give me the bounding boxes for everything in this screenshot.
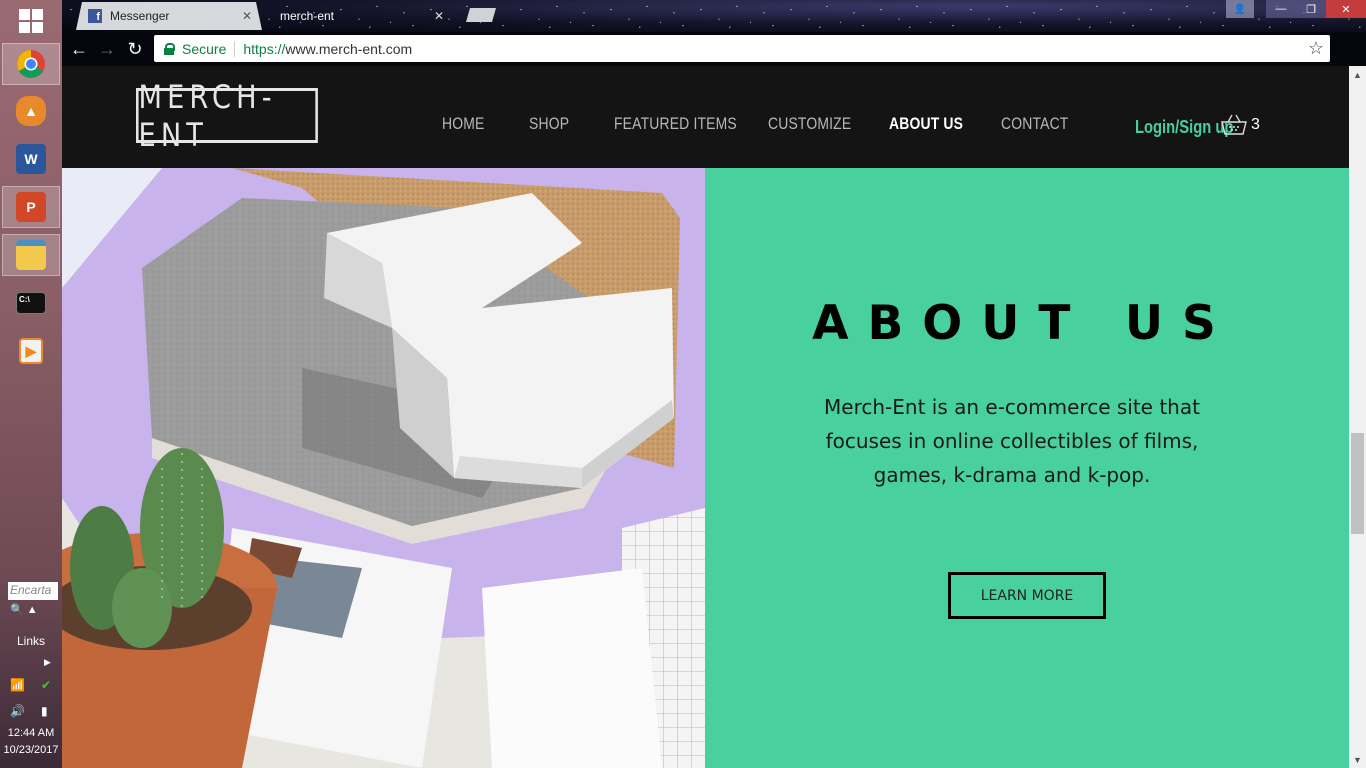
scroll-up-arrow-icon[interactable]: ▲ xyxy=(1349,66,1366,83)
profile-icon[interactable]: 👤 xyxy=(1226,0,1254,18)
restore-button[interactable]: ❐ xyxy=(1296,0,1326,18)
taskbar-media-button[interactable]: ▶ xyxy=(2,330,60,372)
close-tab-icon[interactable]: ✕ xyxy=(242,9,252,23)
back-button[interactable]: ← xyxy=(68,38,90,60)
scroll-down-arrow-icon[interactable]: ▼ xyxy=(1349,751,1366,768)
tray-chevron-icon[interactable]: ▶ xyxy=(44,657,51,668)
nav-contact[interactable]: CONTACT xyxy=(1001,114,1068,134)
tab-messenger[interactable]: f Messenger ✕ xyxy=(76,2,262,30)
new-tab-button[interactable] xyxy=(466,8,496,22)
backpack-app-icon: ▲ xyxy=(16,96,46,126)
battery-icon[interactable]: ▮ xyxy=(41,704,48,718)
chrome-icon xyxy=(17,50,45,78)
facebook-icon: f xyxy=(88,9,102,23)
about-hero-section: ABOUT US Merch-Ent is an e-commerce site… xyxy=(62,168,1349,768)
search-tools[interactable]: 🔍 ▲ xyxy=(10,603,38,616)
bookmark-star-icon[interactable]: ☆ xyxy=(1308,38,1324,59)
taskbar-search-input[interactable]: Encarta xyxy=(8,582,58,600)
hero-photo xyxy=(62,168,705,768)
shopping-basket-icon xyxy=(1221,114,1247,135)
reload-button[interactable]: ↻ xyxy=(124,38,146,60)
windows-logo-icon xyxy=(19,9,43,33)
page-viewport: MERCH-ENT HOME SHOP FEATURED ITEMS CUSTO… xyxy=(62,66,1349,768)
learn-more-button[interactable]: LEARN MORE xyxy=(948,572,1106,619)
file-explorer-icon xyxy=(16,240,46,270)
media-player-icon: ▶ xyxy=(19,338,43,364)
taskbar-cmd-button[interactable]: C:\ xyxy=(2,282,60,324)
address-bar[interactable]: Secure https:// www.merch-ent.com ☆ xyxy=(154,35,1330,62)
network-icon[interactable]: 📶 xyxy=(10,678,25,692)
page-scrollbar[interactable]: ▲ ▼ xyxy=(1349,66,1366,768)
system-tray-row: 📶 ✔ xyxy=(10,678,51,692)
window-controls: — ❐ ✕ xyxy=(1266,0,1366,18)
clock-time[interactable]: 12:44 AM xyxy=(0,727,62,739)
browser-toolbar: ← → ↻ Secure https:// www.merch-ent.com … xyxy=(62,32,1366,66)
url-scheme: https:// xyxy=(243,40,286,57)
about-description: Merch-Ent is an e-commerce site that foc… xyxy=(824,395,1200,487)
links-toolbar-label[interactable]: Links xyxy=(0,634,62,648)
address-separator xyxy=(234,40,236,57)
tab-label: Messenger xyxy=(110,9,170,23)
nav-about-us[interactable]: ABOUT US xyxy=(889,114,963,134)
url-host: www.merch-ent.com xyxy=(285,40,413,57)
login-signup-link[interactable]: Login/Sign up xyxy=(1135,117,1233,138)
about-panel: ABOUT US Merch-Ent is an e-commerce site… xyxy=(705,168,1349,768)
lock-icon[interactable] xyxy=(164,42,175,55)
volume-icon[interactable]: 🔊 xyxy=(10,704,25,718)
minimize-button[interactable]: — xyxy=(1266,0,1296,18)
security-check-icon[interactable]: ✔ xyxy=(41,678,51,692)
taskbar-word-button[interactable]: W xyxy=(2,138,60,180)
close-tab-icon[interactable]: ✕ xyxy=(434,9,444,23)
taskbar-powerpoint-button[interactable]: P xyxy=(2,186,60,228)
taskbar-explorer-button[interactable] xyxy=(2,234,60,276)
secure-label[interactable]: Secure xyxy=(182,41,226,57)
nav-home[interactable]: HOME xyxy=(442,114,484,134)
powerpoint-icon: P xyxy=(16,192,46,222)
taskbar-chrome-button[interactable] xyxy=(2,43,60,85)
nav-shop[interactable]: SHOP xyxy=(529,114,569,134)
up-arrow-icon[interactable]: ▲ xyxy=(27,604,38,616)
browser-titlebar: f Messenger ✕ merch-ent ✕ 👤 — ❐ ✕ xyxy=(62,0,1366,32)
forward-button[interactable]: → xyxy=(96,38,118,60)
tab-merch-ent[interactable]: merch-ent ✕ xyxy=(268,2,454,30)
taskbar-app-button[interactable]: ▲ xyxy=(2,90,60,132)
windows-taskbar: ▲ W P C:\ ▶ Encarta 🔍 ▲ Links ▶ 📶 ✔ 🔊 ▮ … xyxy=(0,0,62,768)
concrete-letter-m-photo xyxy=(62,168,705,768)
command-prompt-icon: C:\ xyxy=(16,292,46,314)
close-window-button[interactable]: ✕ xyxy=(1326,0,1366,18)
tab-label: merch-ent xyxy=(280,9,335,23)
cart-count: 3 xyxy=(1251,116,1260,133)
cart-button[interactable]: 3 xyxy=(1220,113,1260,137)
start-button[interactable] xyxy=(2,0,60,42)
nav-featured-items[interactable]: FEATURED ITEMS xyxy=(614,114,737,134)
scrollbar-thumb[interactable] xyxy=(1351,433,1364,534)
about-title: ABOUT US xyxy=(812,296,1235,351)
site-header: MERCH-ENT HOME SHOP FEATURED ITEMS CUSTO… xyxy=(62,66,1349,168)
nav-customize[interactable]: CUSTOMIZE xyxy=(768,114,851,134)
word-icon: W xyxy=(16,144,46,174)
browser-window: f Messenger ✕ merch-ent ✕ 👤 — ❐ ✕ ← → ↻ … xyxy=(62,0,1366,768)
clock-date[interactable]: 10/23/2017 xyxy=(0,744,62,756)
search-icon[interactable]: 🔍 xyxy=(10,604,24,616)
system-tray-row: 🔊 ▮ xyxy=(10,704,48,718)
